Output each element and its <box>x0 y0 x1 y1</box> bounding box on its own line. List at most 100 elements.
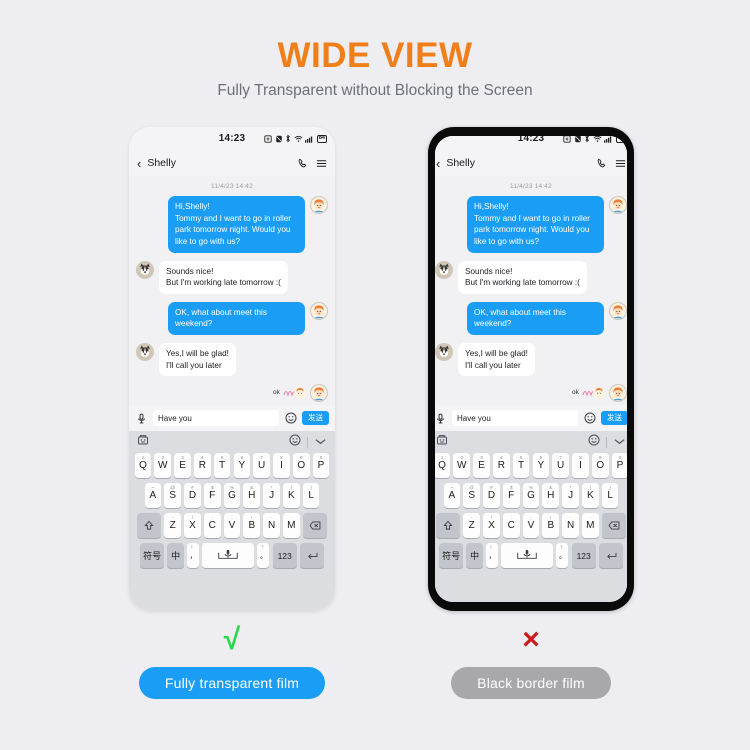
key-x[interactable]: / X <box>483 513 500 538</box>
key-label: G <box>228 490 236 501</box>
language-key[interactable]: 中 <box>466 543 483 568</box>
message-input[interactable]: Have you <box>452 410 578 426</box>
key-z[interactable]: -Z <box>164 513 181 538</box>
shift-icon[interactable] <box>137 513 162 538</box>
key-b[interactable]: ! B <box>243 513 261 538</box>
key-t[interactable]: 5T <box>213 453 231 478</box>
microphone-icon[interactable] <box>435 412 447 425</box>
phone-icon[interactable] <box>596 158 607 169</box>
key-v[interactable]: ; V <box>223 513 241 538</box>
key-n[interactable]: · N <box>562 513 579 538</box>
key-f[interactable]: $ F <box>203 483 221 508</box>
key-m[interactable]: · M <box>283 513 300 538</box>
backspace-icon[interactable] <box>302 513 327 538</box>
enter-icon[interactable] <box>598 543 623 568</box>
send-button[interactable]: 发送 <box>601 411 627 425</box>
space-key[interactable] <box>202 543 255 568</box>
key-s[interactable]: @ S <box>164 483 181 508</box>
microphone-icon[interactable] <box>135 412 148 425</box>
key-g[interactable]: % G <box>223 483 241 508</box>
key-period[interactable]: ？。 <box>257 543 270 568</box>
key-o[interactable]: 9O <box>591 453 609 478</box>
key-l[interactable]: ) L <box>302 483 320 508</box>
key-s[interactable]: @ S <box>463 483 480 508</box>
key-b[interactable]: ! B <box>542 513 560 538</box>
key-u[interactable]: 7U <box>552 453 569 478</box>
key-p[interactable]: 0P <box>312 453 330 478</box>
key-r[interactable]: 4R <box>194 453 211 478</box>
chat-body: 11/4/23 14:42 Hi,Shelly! Tommy and I wan… <box>129 176 335 405</box>
key-x[interactable]: / X <box>184 513 201 538</box>
key-q[interactable]: 1Q <box>134 453 152 478</box>
key-period[interactable]: ？。 <box>556 543 569 568</box>
key-o[interactable]: 9O <box>292 453 310 478</box>
shift-icon[interactable] <box>436 513 461 538</box>
key-f[interactable]: $ F <box>502 483 520 508</box>
key-comma[interactable]: ！， <box>187 543 200 568</box>
key-label: ， <box>488 552 496 560</box>
key-j[interactable]: * J <box>562 483 579 508</box>
alarm-icon <box>563 136 572 143</box>
key-a[interactable]: ~ A <box>443 483 461 508</box>
menu-icon[interactable] <box>615 158 626 169</box>
key-p[interactable]: 0P <box>611 453 627 478</box>
key-v[interactable]: ; V <box>522 513 540 538</box>
key-h[interactable]: & H <box>243 483 261 508</box>
message-input-bar: Have you 发送 <box>129 405 335 431</box>
key-e[interactable]: 3E <box>473 453 490 478</box>
key-sup: 4 <box>201 454 204 460</box>
key-t[interactable]: 5T <box>512 453 530 478</box>
language-key[interactable]: 中 <box>167 543 184 568</box>
key-w[interactable]: 2W <box>154 453 172 478</box>
menu-icon[interactable] <box>316 158 327 169</box>
key-k[interactable]: (K <box>283 483 300 508</box>
enter-icon[interactable] <box>299 543 324 568</box>
sticker-icon[interactable] <box>436 433 448 451</box>
avatar-self <box>310 301 328 320</box>
sticker-icon[interactable] <box>137 433 149 451</box>
key-k[interactable]: (K <box>582 483 599 508</box>
phone-icon[interactable] <box>297 158 308 169</box>
key-i[interactable]: 8I <box>273 453 290 478</box>
key-comma[interactable]: ！， <box>486 543 499 568</box>
key-label: G <box>527 490 535 501</box>
key-g[interactable]: % G <box>522 483 540 508</box>
key-w[interactable]: 2W <box>453 453 471 478</box>
key-d[interactable]: # D <box>184 483 201 508</box>
key-j[interactable]: * J <box>263 483 280 508</box>
key-a[interactable]: ~ A <box>144 483 162 508</box>
key-sup: 7 <box>559 454 562 460</box>
chevron-down-icon[interactable] <box>613 433 626 451</box>
key-y[interactable]: 6Y <box>233 453 251 478</box>
space-key[interactable] <box>501 543 554 568</box>
back-button[interactable]: ‹ <box>137 157 141 170</box>
smiley-icon[interactable] <box>583 412 596 425</box>
symbols-key[interactable]: 符号 <box>140 543 165 568</box>
message-input[interactable]: Have you <box>153 410 279 426</box>
key-u[interactable]: 7U <box>253 453 270 478</box>
key-c[interactable]: :C <box>203 513 221 538</box>
symbols-key[interactable]: 符号 <box>439 543 464 568</box>
key-d[interactable]: # D <box>483 483 500 508</box>
chevron-down-icon[interactable] <box>314 433 327 451</box>
key-y[interactable]: 6Y <box>532 453 550 478</box>
key-l[interactable]: ) L <box>601 483 619 508</box>
key-z[interactable]: -Z <box>463 513 480 538</box>
smiley-icon[interactable] <box>284 412 297 425</box>
key-label: T <box>518 460 525 471</box>
smiley-icon[interactable] <box>289 433 301 451</box>
key-i[interactable]: 8I <box>572 453 589 478</box>
key-q[interactable]: 1Q <box>435 453 451 478</box>
back-button[interactable]: ‹ <box>436 157 440 170</box>
key-c[interactable]: :C <box>502 513 520 538</box>
key-m[interactable]: · M <box>582 513 599 538</box>
key-r[interactable]: 4R <box>493 453 510 478</box>
key-e[interactable]: 3E <box>174 453 191 478</box>
smiley-icon[interactable] <box>588 433 600 451</box>
numbers-key[interactable]: 123 <box>272 543 297 568</box>
key-n[interactable]: · N <box>263 513 280 538</box>
numbers-key[interactable]: 123 <box>571 543 596 568</box>
send-button[interactable]: 发送 <box>302 411 329 425</box>
backspace-icon[interactable] <box>601 513 626 538</box>
key-h[interactable]: & H <box>542 483 560 508</box>
